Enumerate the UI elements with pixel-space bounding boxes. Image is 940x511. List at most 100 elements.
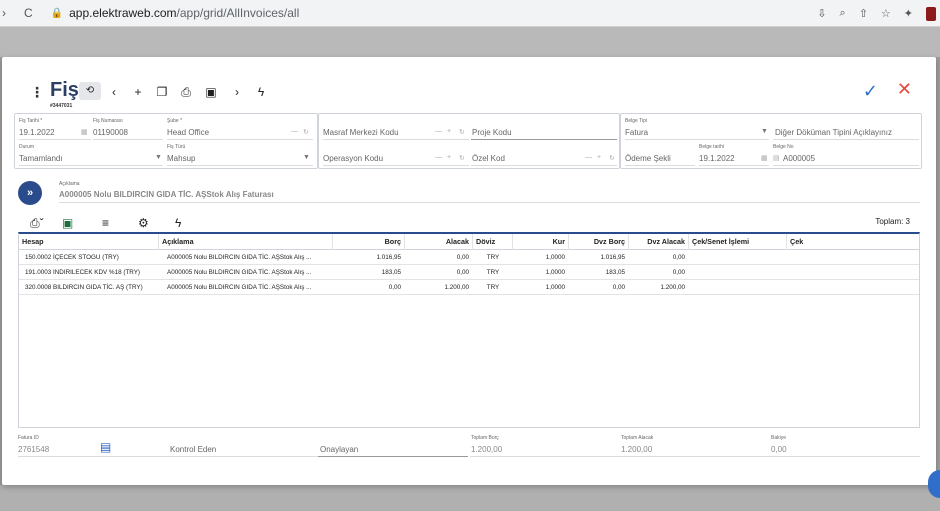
sube-field[interactable]: Head Office — [167, 128, 209, 137]
url-host: app.elektraweb.com — [69, 6, 177, 20]
expand-button[interactable]: » — [18, 181, 42, 205]
column-header[interactable]: Borç — [333, 234, 405, 250]
divider — [620, 456, 770, 457]
list-icon[interactable]: ▤ — [773, 154, 780, 162]
cell-borc: 183,05 — [381, 269, 401, 276]
fis-numarasi-field[interactable]: 01190008 — [93, 128, 128, 137]
copy-icon[interactable]: ❐ — [154, 85, 170, 99]
table-row[interactable]: 191.0003 INDIRILECEK KDV %18 (TRY) A0000… — [19, 265, 919, 280]
toplam-borc-label: Toplam Borç — [471, 435, 499, 441]
url-path: /app/grid/AllInvoices/all — [176, 6, 300, 20]
address-bar[interactable]: app.elektraweb.com/app/grid/AllInvoices/… — [69, 6, 299, 20]
cell-borc: 1.016,95 — [376, 254, 401, 261]
cell-kur: 1,0000 — [545, 254, 565, 261]
add-icon[interactable]: + — [447, 128, 451, 135]
kontrol-eden-field[interactable]: Kontrol Eden — [170, 445, 216, 454]
close-icon[interactable]: ✕ — [897, 79, 912, 100]
next-icon[interactable]: › — [229, 85, 245, 99]
lightning-icon[interactable]: ϟ — [253, 85, 269, 99]
cell-hesap: 150.0002 İÇECEK STOGU (TRY) — [25, 254, 119, 261]
divider — [471, 139, 617, 140]
lightning-icon[interactable]: ϟ — [175, 216, 181, 230]
share-icon[interactable]: ⇧ — [859, 7, 868, 20]
bookmark-star-icon[interactable]: ☆ — [881, 7, 891, 20]
operasyon-kodu-field[interactable]: Operasyon Kodu — [323, 154, 383, 163]
divider — [625, 165, 695, 166]
excel-export-icon[interactable]: ▣ — [62, 216, 73, 230]
ledger-table: Hesap Açıklama Borç Alacak Döviz Kur Dvz… — [18, 232, 920, 428]
calendar-icon[interactable]: ▦ — [81, 128, 88, 136]
fis-turu-field[interactable]: Mahsup — [167, 154, 195, 163]
ozel-kod-field[interactable]: Özel Kod — [472, 154, 505, 163]
divider — [625, 139, 769, 140]
add-icon[interactable]: + — [130, 85, 146, 99]
cell-dvz-borc: 183,05 — [605, 269, 625, 276]
zoom-icon[interactable]: ⌕ — [840, 7, 846, 20]
refresh-icon[interactable]: ↻ — [303, 128, 309, 136]
install-icon[interactable]: ⇩ — [817, 7, 826, 20]
settings-gear-icon[interactable]: ⚙ — [138, 216, 149, 230]
print-menu-icon[interactable]: ⎙ˇ — [30, 216, 44, 231]
divider — [770, 456, 920, 457]
save-icon[interactable]: ▣ — [203, 85, 219, 99]
divider — [167, 165, 313, 166]
divider — [59, 202, 920, 203]
clear-icon[interactable]: — — [291, 128, 298, 135]
clear-icon[interactable]: — — [435, 128, 442, 135]
column-header[interactable]: Döviz — [473, 234, 513, 250]
masraf-merkezi-field[interactable]: Masraf Merkezi Kodu — [323, 128, 399, 137]
menu-lines-icon[interactable]: ≡ — [102, 216, 109, 230]
table-row[interactable]: 150.0002 İÇECEK STOGU (TRY) A000005 Nolu… — [19, 250, 919, 265]
dropdown-caret-icon[interactable]: ▼ — [155, 154, 162, 161]
belge-tarihi-field[interactable]: 19.1.2022 — [699, 154, 735, 163]
calendar-icon[interactable]: ▦ — [761, 154, 768, 162]
back-arrow-icon[interactable]: › — [2, 6, 14, 20]
more-options-icon[interactable]: ⋮ — [30, 84, 44, 101]
durum-field[interactable]: Tamamlandı — [19, 154, 63, 163]
print-icon[interactable]: ⎙ — [178, 85, 194, 100]
profile-avatar[interactable] — [926, 6, 936, 21]
history-icon[interactable]: ⟲ — [79, 82, 101, 100]
clear-icon[interactable]: — — [585, 154, 592, 161]
dokuman-tipi-field[interactable]: Diğer Döküman Tipini Açıklayınız — [775, 128, 892, 137]
column-header[interactable]: Çek/Senet İşlemi — [689, 234, 787, 250]
aciklama-label: Açıklama — [59, 181, 80, 187]
clear-icon[interactable]: — — [435, 154, 442, 161]
add-icon[interactable]: + — [447, 154, 451, 161]
divider — [470, 456, 620, 457]
fis-tarihi-field[interactable]: 19.1.2022 — [19, 128, 55, 137]
invoice-document-icon[interactable]: ▤ — [100, 440, 111, 454]
dropdown-caret-icon[interactable]: ▼ — [761, 128, 768, 135]
column-header[interactable]: Çek — [787, 234, 919, 250]
cell-aciklama: A000005 Nolu BILDIRCIN GIDA TİC. AŞStok … — [167, 284, 312, 291]
backdrop-header — [0, 27, 940, 57]
column-header[interactable]: Alacak — [405, 234, 473, 250]
aciklama-field[interactable]: A000005 Nolu BILDIRCIN GIDA TİC. AŞStok … — [59, 190, 274, 199]
previous-icon[interactable]: ‹ — [106, 85, 122, 99]
modal-header: ⋮ Fiş #3447031 ⟲ ‹ + ❐ ⎙ ▣ › ϟ ✓ ✕ — [2, 57, 936, 112]
add-icon[interactable]: + — [597, 154, 601, 161]
proje-kodu-field[interactable]: Proje Kodu — [472, 128, 512, 137]
column-header[interactable]: Dvz Alacak — [629, 234, 689, 250]
cell-dvz-alacak: 1.200,00 — [660, 284, 685, 291]
extensions-puzzle-icon[interactable]: ✦ — [904, 7, 913, 20]
table-row[interactable]: 320.0008 BILDIRCIN GIDA TİC. AŞ (TRY) A0… — [19, 280, 919, 295]
belge-tipi-field[interactable]: Fatura — [625, 128, 648, 137]
cell-kur: 1,0000 — [545, 284, 565, 291]
column-header[interactable]: Açıklama — [159, 234, 333, 250]
confirm-check-icon[interactable]: ✓ — [863, 81, 878, 102]
refresh-icon[interactable]: ↻ — [609, 154, 615, 162]
column-header[interactable]: Hesap — [19, 234, 159, 250]
odeme-sekli-field[interactable]: Ödeme Şekli — [625, 154, 671, 163]
divider — [19, 139, 91, 140]
refresh-icon[interactable]: ↻ — [459, 128, 465, 136]
column-header[interactable]: Kur — [513, 234, 569, 250]
divider — [168, 456, 318, 457]
dropdown-caret-icon[interactable]: ▼ — [303, 154, 310, 161]
column-header[interactable]: Dvz Borç — [569, 234, 629, 250]
refresh-icon[interactable]: ↻ — [459, 154, 465, 162]
divider — [773, 139, 919, 140]
reload-icon[interactable]: C — [24, 6, 33, 20]
belge-no-field[interactable]: A000005 — [783, 154, 815, 163]
onaylayan-field[interactable]: Onaylayan — [320, 445, 358, 454]
